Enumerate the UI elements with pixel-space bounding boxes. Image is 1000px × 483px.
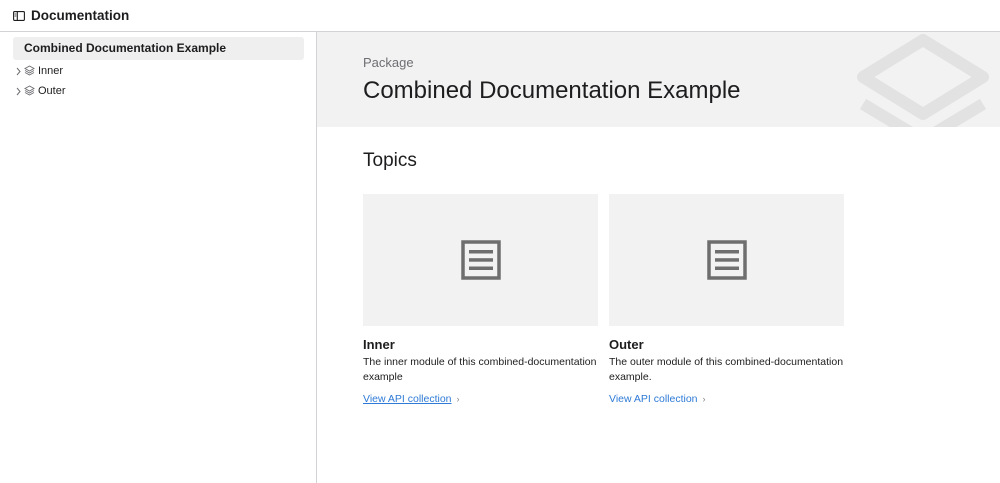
article-icon	[706, 240, 747, 280]
topic-card-inner: Inner The inner module of this combined-…	[363, 194, 598, 407]
topic-thumbnail[interactable]	[609, 194, 844, 326]
topic-title[interactable]: Inner	[363, 337, 598, 352]
topic-thumbnail[interactable]	[363, 194, 598, 326]
package-watermark-icon	[857, 34, 989, 127]
navigator-sidebar: Combined Documentation Example Inner Out…	[0, 32, 317, 483]
top-bar: Documentation	[0, 0, 1000, 32]
topic-description: The outer module of this combined-docume…	[609, 356, 844, 383]
link-label[interactable]: View API collection	[363, 393, 452, 405]
page-title: Combined Documentation Example	[363, 77, 741, 104]
sidebar-item-label: Outer	[38, 85, 66, 97]
sidebar-item-outer[interactable]: Outer	[0, 82, 316, 102]
module-icon	[24, 85, 35, 96]
module-icon	[24, 65, 35, 76]
sidebar-item-package[interactable]: Combined Documentation Example	[13, 37, 304, 60]
chevron-right-icon: ›	[702, 394, 706, 404]
chevron-right-icon[interactable]	[15, 87, 22, 96]
page-eyebrow: Package	[363, 55, 414, 70]
chevron-right-icon: ›	[456, 394, 460, 404]
topic-title[interactable]: Outer	[609, 337, 844, 352]
article-icon	[460, 240, 501, 280]
chevron-right-icon[interactable]	[15, 67, 22, 76]
view-api-collection-link[interactable]: View API collection ›	[609, 393, 706, 405]
link-label[interactable]: View API collection	[609, 393, 698, 405]
topic-card-outer: Outer The outer module of this combined-…	[609, 194, 844, 407]
view-api-collection-link[interactable]: View API collection ›	[363, 393, 460, 405]
app-title: Documentation	[31, 8, 130, 23]
sidebar-item-label: Inner	[38, 65, 64, 77]
topic-description: The inner module of this combined-docume…	[363, 356, 597, 383]
page-header: Package Combined Documentation Example	[317, 32, 1000, 127]
sidebar-item-inner[interactable]: Inner	[0, 62, 316, 82]
topics-heading: Topics	[363, 150, 417, 171]
sidebar-toggle-icon[interactable]	[13, 11, 25, 21]
